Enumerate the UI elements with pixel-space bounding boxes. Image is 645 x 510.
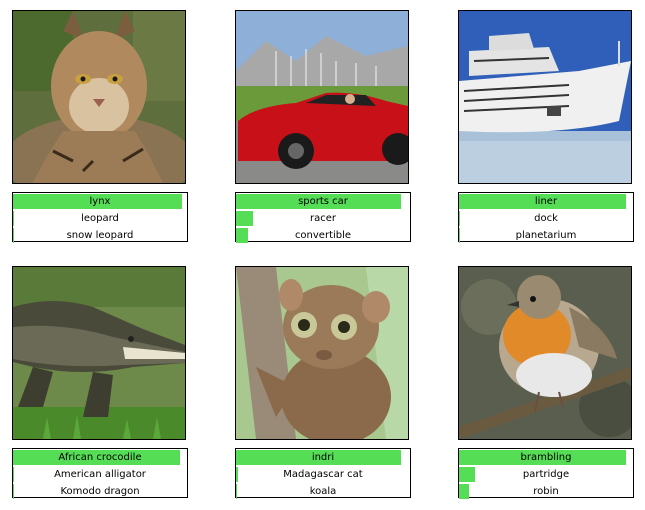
prediction-row: brambling (459, 450, 633, 466)
prediction-row: indri (236, 450, 410, 466)
prediction-label: Komodo dragon (60, 486, 140, 497)
prediction-label: dock (534, 213, 558, 224)
photo-lynx (12, 10, 186, 184)
prediction-row: partridge (459, 467, 633, 483)
prediction-label: brambling (520, 452, 572, 463)
prediction-row: American alligator (13, 467, 187, 483)
prediction-row: lynx (13, 194, 187, 210)
prediction-label: snow leopard (66, 230, 134, 241)
prediction-label: lynx (89, 196, 111, 207)
prediction-row: dock (459, 211, 633, 227)
prediction-label: partridge (522, 469, 570, 480)
photo-crocodile (12, 266, 186, 440)
prediction-row: convertible (236, 228, 410, 244)
photo-liner (458, 10, 632, 184)
prediction-label: racer (309, 213, 336, 224)
prediction-row: leopard (13, 211, 187, 227)
prediction-label: indri (311, 452, 335, 463)
prediction-row: Komodo dragon (13, 484, 187, 500)
prediction-row: koala (236, 484, 410, 500)
prediction-row: liner (459, 194, 633, 210)
prediction-row: sports car (236, 194, 410, 210)
predictions-liner: liner dock planetarium (458, 192, 634, 244)
prediction-label: Madagascar cat (283, 469, 363, 480)
prediction-label: convertible (294, 230, 352, 241)
prediction-label: koala (309, 486, 337, 497)
prediction-label: robin (533, 486, 559, 497)
predictions-crocodile: African crocodile American alligator Kom… (12, 448, 188, 500)
prediction-label: planetarium (515, 230, 577, 241)
prediction-label: sports car (298, 196, 348, 207)
prediction-row: snow leopard (13, 228, 187, 244)
prediction-row: planetarium (459, 228, 633, 244)
prediction-row: African crocodile (13, 450, 187, 466)
photo-sports-car (235, 10, 409, 184)
predictions-robin: brambling partridge robin (458, 448, 634, 500)
prediction-label: American alligator (54, 469, 146, 480)
predictions-lynx: lynx leopard snow leopard (12, 192, 188, 244)
prediction-label: leopard (81, 213, 119, 224)
predictions-sports-car: sports car racer convertible (235, 192, 411, 244)
prediction-row: racer (236, 211, 410, 227)
predictions-tarsier: indri Madagascar cat koala (235, 448, 411, 500)
photo-tarsier (235, 266, 409, 440)
prediction-label: liner (534, 196, 558, 207)
prediction-row: robin (459, 484, 633, 500)
photo-robin (458, 266, 632, 440)
prediction-label: African crocodile (58, 452, 142, 463)
prediction-row: Madagascar cat (236, 467, 410, 483)
